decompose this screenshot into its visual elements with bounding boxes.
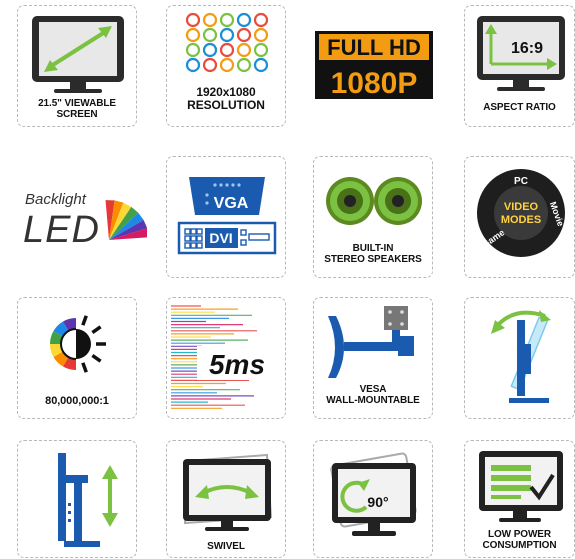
mode-dial-icon: PC Movie Game VIDEO MODES xyxy=(477,169,566,257)
feature-response-time: 5ms xyxy=(166,297,286,419)
feature-viewable-screen: 21.5" VIEWABLE SCREEN xyxy=(17,5,137,127)
rainbow-fan-icon: Backlight LED xyxy=(23,191,147,251)
feature-pivot: 90° xyxy=(313,440,433,558)
vga-label: VGA xyxy=(214,195,249,212)
feature-swivel: SWIVEL xyxy=(166,440,286,558)
pivot-rotate-icon: 90° xyxy=(330,452,417,536)
response-time-value: 5ms xyxy=(209,349,265,380)
vga-dvi-port-icon: VGA DVI xyxy=(177,177,277,255)
feature-resolution: 1920x1080 RESOLUTION xyxy=(166,5,286,127)
viewable-screen-caption: 21.5" VIEWABLE SCREEN xyxy=(38,98,116,120)
resolution-caption: 1920x1080 RESOLUTION xyxy=(187,85,265,112)
aspect-ratio-value: 16:9 xyxy=(511,40,543,57)
mode-ring-pc: PC xyxy=(514,176,528,187)
feature-full-hd: FULL HD 1080P xyxy=(313,5,433,127)
full-hd-line1: FULL HD xyxy=(327,35,421,60)
feature-contrast: 80,000,000:1 xyxy=(17,297,137,419)
tilt-stand-icon xyxy=(491,310,551,403)
vesa-caption: VESA WALL-MOUNTABLE xyxy=(326,384,420,406)
video-modes-line1: VIDEO xyxy=(504,201,539,213)
feature-vesa: VESA WALL-MOUNTABLE xyxy=(313,297,433,419)
feature-aspect-ratio: 16:9 ASPECT RATIO xyxy=(464,5,575,127)
feature-backlight-led: Backlight LED xyxy=(17,156,147,278)
dvi-label: DVI xyxy=(209,230,232,246)
speed-lines-icon: 5ms xyxy=(171,305,275,409)
speakers-caption: BUILT-IN STEREO SPEAKERS xyxy=(324,243,422,265)
feature-ports: VGA DVI xyxy=(166,156,286,278)
aspect-ratio-caption: ASPECT RATIO xyxy=(483,102,556,113)
feature-height xyxy=(17,440,137,558)
power-caption: LOW POWER CONSUMPTION xyxy=(482,529,557,551)
feature-video-modes: PC Movie Game VIDEO MODES xyxy=(464,156,575,278)
swivel-caption: SWIVEL xyxy=(207,541,245,552)
led-label: LED xyxy=(23,209,100,251)
feature-power: LOW POWER CONSUMPTION xyxy=(464,440,575,558)
backlight-label: Backlight xyxy=(25,191,87,208)
contrast-caption: 80,000,000:1 xyxy=(45,395,109,407)
pivot-degrees: 90° xyxy=(367,494,388,510)
video-modes-line2: MODES xyxy=(501,214,541,226)
full-hd-badge-icon: FULL HD 1080P xyxy=(315,31,433,100)
feature-tilt xyxy=(464,297,575,419)
full-hd-line2: 1080P xyxy=(331,67,418,100)
height-adjust-icon xyxy=(58,453,118,547)
feature-speakers: BUILT-IN STEREO SPEAKERS xyxy=(313,156,433,278)
